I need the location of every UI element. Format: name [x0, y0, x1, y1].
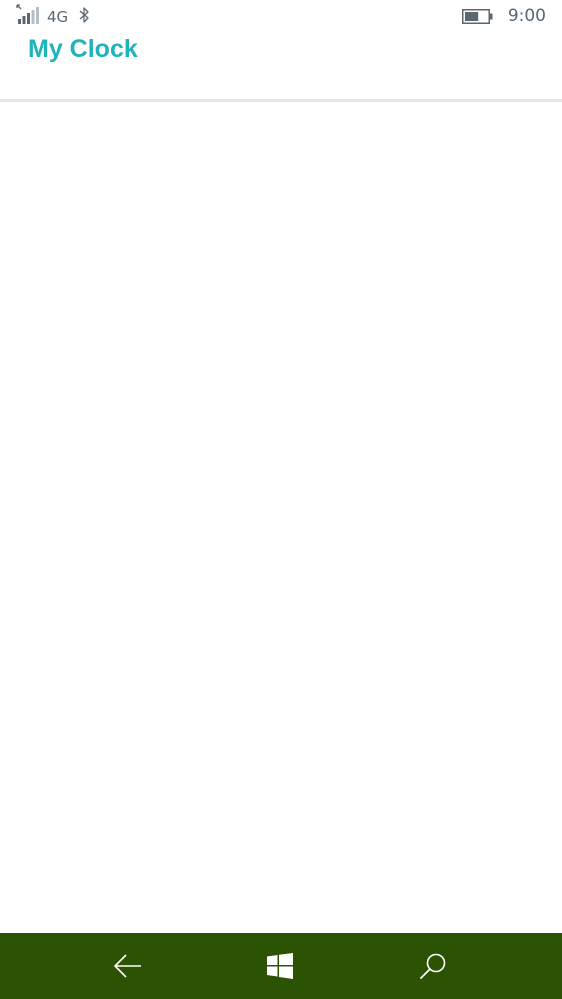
back-arrow-icon	[113, 954, 141, 978]
bluetooth-icon	[79, 7, 89, 23]
navigation-bar	[0, 933, 562, 999]
status-bar: 4G 9:00	[0, 0, 562, 32]
page-title: My Clock	[28, 35, 138, 63]
signal-bars-icon	[16, 4, 39, 24]
network-type-label: 4G	[47, 8, 69, 26]
status-time: 9:00	[507, 6, 546, 26]
search-button[interactable]	[398, 933, 468, 999]
home-button[interactable]	[245, 933, 315, 999]
search-icon	[420, 953, 446, 979]
content-area	[0, 102, 562, 933]
windows-logo-icon	[267, 953, 293, 979]
back-button[interactable]	[93, 933, 163, 999]
battery-icon	[462, 9, 493, 24]
